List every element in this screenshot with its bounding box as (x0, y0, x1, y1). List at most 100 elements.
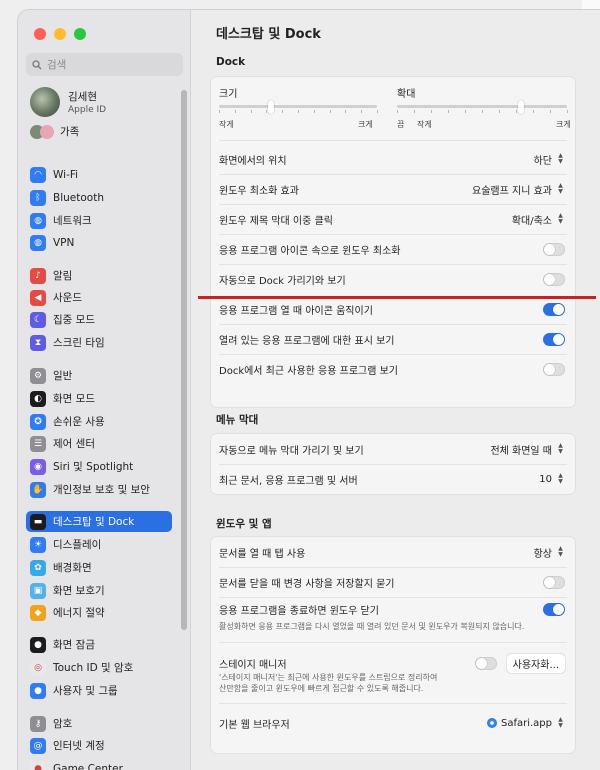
sidebar-item-appearance[interactable]: ◐화면 모드 (26, 388, 172, 409)
sidebar-item-speaker[interactable]: ◀사운드 (26, 287, 172, 308)
sidebar-item-label: VPN (53, 237, 74, 249)
magnification-slider-knob[interactable] (518, 100, 524, 114)
sidebar-item-accessibility[interactable]: ✪손쉬운 사용 (26, 411, 172, 432)
sidebar-item-at[interactable]: @인터넷 계정 (26, 735, 172, 756)
row-label: 응용 프로그램 열 때 아이콘 움직이기 (219, 302, 373, 317)
animate-opening-apps-toggle[interactable] (543, 303, 565, 316)
sidebar-item-bluetooth[interactable]: ᛒBluetooth (26, 187, 172, 208)
slider-tick (377, 110, 378, 113)
chevron-updown-icon: ▲▼ (556, 183, 565, 196)
prefer-tabs-row: 문서를 열 때 탭 사용 항상▲▼ (211, 537, 575, 567)
wifi-icon: ◠ (30, 167, 46, 183)
sidebar-item-users[interactable]: ●사용자 및 그룹 (26, 680, 172, 701)
sidebar-item-fingerprint[interactable]: ◎Touch ID 및 암호 (26, 657, 172, 678)
sidebar-item-siri[interactable]: ◉Siri 및 Spotlight (26, 456, 172, 477)
zoom-button[interactable] (74, 28, 86, 40)
popup-value: 요술램프 지니 효과 (472, 182, 552, 197)
recent-items-row: 최근 문서, 응용 프로그램 및 서버 10 ▲▼ (211, 464, 575, 494)
close-windows-on-quit-row: 응용 프로그램을 종료하면 윈도우 닫기 (211, 597, 575, 621)
position-popup[interactable]: 하단▲▼ (534, 152, 565, 167)
divider (219, 642, 567, 643)
size-slider-knob[interactable] (268, 100, 274, 114)
prefer-tabs-popup[interactable]: 항상▲▼ (534, 545, 565, 560)
sidebar-item-vpn-globe[interactable]: ◍VPN (26, 232, 172, 253)
users-icon: ● (30, 683, 46, 699)
row-label: 최근 문서, 응용 프로그램 및 서버 (219, 472, 358, 487)
sidebar-item-wallpaper[interactable]: ✿배경화면 (26, 557, 172, 578)
size-min-label: 작게 (219, 119, 234, 130)
default-browser-popup[interactable]: Safari.app▲▼ (487, 717, 565, 730)
sidebar-item-hourglass[interactable]: ⧗스크린 타임 (26, 332, 172, 353)
row-label: 자동으로 Dock 가리기와 보기 (219, 272, 346, 287)
sidebar-scrollbar[interactable] (181, 90, 187, 630)
minimize-into-app-icon-row: 응용 프로그램 아이콘 속으로 윈도우 최소화 (211, 234, 575, 264)
row-label: 윈도우 제목 막대 이중 클릭 (219, 212, 333, 227)
slider-tick (235, 110, 236, 113)
auto-hide-menubar-popup[interactable]: 전체 화면일 때▲▼ (490, 442, 565, 457)
sidebar-item-globe[interactable]: ◍네트워크 (26, 210, 172, 231)
title-bar-double-click-popup[interactable]: 확대/축소▲▼ (512, 212, 565, 227)
chevron-updown-icon: ▲▼ (556, 213, 565, 226)
slider-tick (482, 110, 483, 113)
slider-tick (516, 110, 517, 113)
sidebar-item-label: 네트워크 (53, 213, 92, 228)
customize-button[interactable]: 사용자화... (507, 654, 565, 673)
sidebar-item-label: 손쉬운 사용 (53, 414, 105, 429)
user-subtitle: Apple ID (68, 105, 106, 115)
minimize-into-app-icon-toggle[interactable] (543, 243, 565, 256)
sidebar-item-screensaver[interactable]: ▣화면 보호기 (26, 580, 172, 601)
ask-keep-changes-toggle[interactable] (543, 576, 565, 589)
sidebar-item-key[interactable]: ⚷암호 (26, 713, 172, 734)
section-title-dock: Dock (216, 56, 245, 68)
chevron-updown-icon: ▲▼ (556, 473, 565, 486)
show-recent-apps-toggle[interactable] (543, 363, 565, 376)
sidebar-item-label: 스크린 타임 (53, 335, 105, 350)
size-slider[interactable] (219, 105, 377, 108)
sidebar-item-display[interactable]: ☀디스플레이 (26, 534, 172, 555)
sidebar-item-wifi[interactable]: ◠Wi-Fi (26, 164, 172, 185)
magnification-off-label: 끔 (397, 119, 404, 130)
title-bar-double-click-row: 윈도우 제목 막대 이중 클릭 확대/축소▲▼ (211, 204, 575, 234)
popup-value: 전체 화면일 때 (490, 442, 552, 457)
auto-hide-dock-toggle[interactable] (543, 273, 565, 286)
magnification-min-label: 작게 (417, 119, 432, 130)
row-label: 스테이지 매니저 (219, 656, 287, 671)
sidebar-item-bell[interactable]: ♪알림 (26, 265, 172, 286)
sidebar-item-game-center[interactable]: ●Game Center (26, 758, 172, 770)
close-windows-on-quit-toggle[interactable] (543, 603, 565, 616)
sidebar-item-gear[interactable]: ⚙일반 (26, 365, 172, 386)
stage-manager-toggle[interactable] (475, 657, 497, 670)
apple-id-profile[interactable]: 김세현 Apple ID (30, 87, 106, 117)
family-avatar-icon (40, 125, 54, 139)
minimize-effect-popup[interactable]: 요술램프 지니 효과 ▲▼ (472, 182, 565, 197)
close-button[interactable] (34, 28, 46, 40)
slider-tick (298, 110, 299, 113)
sidebar-item-control-center[interactable]: ☰제어 센터 (26, 433, 172, 454)
slider-tick (282, 110, 283, 113)
sidebar-item-dock[interactable]: ▬데스크탑 및 Dock (26, 511, 172, 532)
sidebar-item-lightbulb[interactable]: ◆에너지 절약 (26, 602, 172, 623)
sidebar-item-family[interactable]: 가족 (30, 124, 79, 139)
minimize-button[interactable] (54, 28, 66, 40)
search-input[interactable]: 검색 (26, 53, 183, 76)
fingerprint-icon: ◎ (30, 660, 46, 676)
windows-settings-card: 문서를 열 때 탭 사용 항상▲▼ 문서를 닫을 때 변경 사항을 저장할지 묻… (210, 536, 576, 754)
show-open-indicators-toggle[interactable] (543, 333, 565, 346)
sidebar-item-lock[interactable]: ●화면 잠금 (26, 634, 172, 655)
slider-tick (397, 110, 398, 113)
search-icon (32, 60, 42, 70)
chevron-updown-icon: ▲▼ (556, 546, 565, 559)
auto-hide-dock-row: 자동으로 Dock 가리기와 보기 (211, 264, 575, 294)
sidebar-item-moon[interactable]: ☾집중 모드 (26, 309, 172, 330)
slider-tick (251, 110, 252, 113)
size-label: 크기 (219, 85, 237, 100)
magnification-slider[interactable] (397, 105, 567, 108)
popup-value: 10 (539, 474, 552, 485)
recent-items-popup[interactable]: 10 ▲▼ (539, 473, 565, 486)
bluetooth-icon: ᛒ (30, 190, 46, 206)
auto-hide-menubar-row: 자동으로 메뉴 막대 가리기 및 보기 전체 화면일 때▲▼ (211, 434, 575, 464)
slider-tick (448, 110, 449, 113)
annotation-red-line (198, 296, 596, 299)
at-icon: @ (30, 738, 46, 754)
sidebar-item-hand[interactable]: ✋개인정보 보호 및 보안 (26, 479, 172, 500)
